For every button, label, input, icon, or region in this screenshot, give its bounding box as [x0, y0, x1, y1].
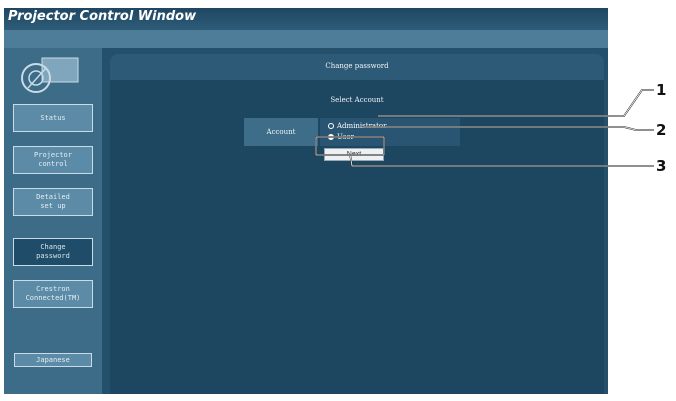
callout-1: 1	[656, 81, 667, 99]
next-button-highlight	[315, 136, 385, 156]
callout-3: 3	[656, 157, 667, 175]
callout-lines	[315, 89, 654, 167]
callout-line-3	[349, 153, 654, 167]
callout-line-1	[378, 89, 654, 117]
callout-2: 2	[656, 121, 667, 139]
callout-line-2	[364, 126, 654, 131]
